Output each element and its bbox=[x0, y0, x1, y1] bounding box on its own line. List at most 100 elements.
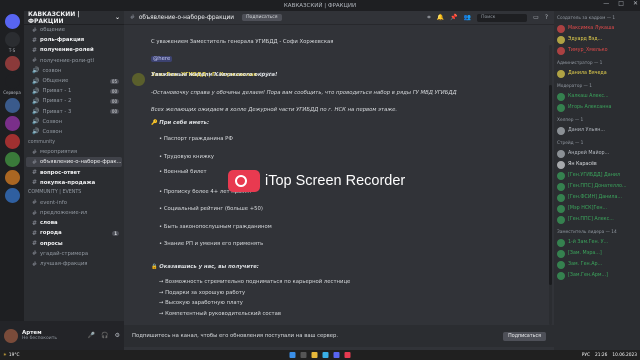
mention-here[interactable]: @here bbox=[151, 56, 173, 62]
browser-icon[interactable] bbox=[322, 352, 329, 358]
channel-badge: 00 bbox=[109, 109, 119, 115]
member-item[interactable]: 1-й Зам.Ген. У... bbox=[554, 237, 640, 248]
minimize-button[interactable]: — bbox=[603, 0, 609, 7]
pin-icon[interactable]: 📌 bbox=[450, 14, 457, 22]
author-avatar[interactable] bbox=[132, 73, 145, 86]
member-item[interactable]: Игорь Алексанна bbox=[554, 102, 640, 113]
bell-icon[interactable]: 🔔 bbox=[437, 14, 444, 22]
channel-item[interactable]: # города 1 bbox=[26, 228, 122, 238]
clock-time[interactable]: 21:26 bbox=[595, 353, 607, 358]
channel-item[interactable]: # роль-фракция bbox=[26, 35, 122, 45]
channel-item[interactable]: # общение bbox=[26, 25, 122, 35]
gear-icon[interactable]: ⚙ bbox=[115, 332, 120, 339]
channel-item[interactable]: # объявление-о-наборе-фрак... bbox=[26, 157, 122, 168]
member-item[interactable]: Данила Вячеда bbox=[554, 68, 640, 79]
member-name: Максимка Лукаша bbox=[568, 26, 615, 31]
language-indicator[interactable]: РУС bbox=[582, 353, 590, 358]
close-button[interactable]: ✕ bbox=[633, 0, 638, 7]
channel-label: получение-ролей bbox=[40, 47, 94, 54]
member-item[interactable]: Максимка Лукаша bbox=[554, 23, 640, 34]
server-icon[interactable] bbox=[4, 152, 20, 167]
maximize-button[interactable]: □ bbox=[618, 0, 624, 7]
channel-label: Созвон bbox=[42, 128, 63, 135]
channel-item[interactable]: # event-info bbox=[26, 198, 122, 208]
channel-label: Приват - 1 bbox=[42, 88, 72, 95]
channel-item[interactable]: # вопрос-ответ bbox=[26, 167, 122, 177]
server-icon[interactable] bbox=[4, 170, 20, 185]
avatar bbox=[557, 249, 565, 258]
channel-item[interactable]: # мероприятия bbox=[26, 147, 122, 157]
server-icon[interactable] bbox=[4, 134, 20, 149]
member-item[interactable]: [Ген.УГИБДД] Данил bbox=[554, 170, 640, 181]
inbox-icon[interactable]: ▭ bbox=[533, 14, 539, 22]
server-icon[interactable] bbox=[4, 56, 20, 71]
hash-icon: # bbox=[32, 260, 38, 268]
channel-item[interactable]: # получение-ролей bbox=[26, 45, 122, 55]
discord-icon[interactable] bbox=[333, 352, 340, 358]
channel-item[interactable]: 🔊 Приват - 2 00 bbox=[26, 96, 122, 106]
member-item[interactable]: Тимур_Хмелько bbox=[554, 45, 640, 56]
member-item[interactable]: Калкаш Алекс... bbox=[554, 91, 640, 102]
channel-item[interactable]: 🔊 Созвон bbox=[26, 127, 122, 137]
server-icon[interactable] bbox=[4, 14, 20, 29]
member-item[interactable]: [Зам.Ген.Арм...] bbox=[554, 270, 640, 281]
clock-date[interactable]: 10.06.2023 bbox=[612, 353, 637, 358]
mic-icon[interactable]: 🎤 bbox=[88, 332, 95, 339]
scrollbar-thumb[interactable] bbox=[549, 85, 552, 285]
member-item[interactable]: [Ген.ППС] Алекс... bbox=[554, 214, 640, 225]
member-item[interactable]: Эдуард Вэд... bbox=[554, 34, 640, 45]
avatar bbox=[557, 69, 565, 78]
channel-item[interactable]: 🔊 созвон bbox=[26, 66, 122, 76]
headphones-icon[interactable]: 🎧 bbox=[101, 332, 108, 339]
server-icon[interactable] bbox=[4, 116, 20, 131]
channel-item[interactable]: 🔊 Приват - 1 00 bbox=[26, 86, 122, 96]
speaker-icon: 🔊 bbox=[32, 128, 40, 136]
channel-item[interactable]: # предложение-ил bbox=[26, 208, 122, 218]
channel-item[interactable]: # лучшая-фракция bbox=[26, 259, 122, 269]
subscribe-button[interactable]: Подписаться bbox=[242, 14, 282, 21]
member-name: [Мэр НСК]Ген... bbox=[568, 206, 608, 211]
member-item[interactable]: Данил Ульян... bbox=[554, 125, 640, 136]
member-item[interactable]: Зам. Ген.Ар... bbox=[554, 259, 640, 270]
channel-category[interactable]: COMMUNITY | EVENTS bbox=[24, 188, 124, 198]
guild-name: КАВКАЗСКИЙ | ФРАКЦИИ bbox=[28, 11, 80, 25]
channel-item[interactable]: 🔊 Созвон bbox=[26, 117, 122, 127]
member-item[interactable]: [Зам. Мэра...] bbox=[554, 248, 640, 259]
speaker-icon: 🔊 bbox=[32, 87, 40, 95]
explorer-icon[interactable] bbox=[311, 352, 318, 358]
server-icon[interactable] bbox=[4, 98, 20, 113]
server-icon[interactable] bbox=[4, 188, 20, 203]
guild-header[interactable]: КАВКАЗСКИЙ | ФРАКЦИИ ⌄ bbox=[24, 11, 124, 25]
channel-header: # объявление-о-наборе-фракции Подписатьс… bbox=[124, 11, 554, 25]
recorder-watermark: iTop Screen Recorder bbox=[228, 170, 405, 192]
avatar bbox=[557, 160, 565, 169]
avatar[interactable] bbox=[4, 328, 18, 343]
member-item[interactable]: [Ген.ФСИН] Данила... bbox=[554, 192, 640, 203]
search-input[interactable]: Поиск bbox=[477, 13, 528, 22]
channel-item[interactable]: # опросы bbox=[26, 239, 122, 249]
follow-button[interactable]: Подписаться bbox=[503, 331, 546, 341]
channel-item[interactable]: # получение-роли-gtl bbox=[26, 56, 122, 66]
search-icon[interactable] bbox=[300, 352, 307, 358]
member-item[interactable]: [Ген.ППС] Донателло... bbox=[554, 181, 640, 192]
server-icon[interactable] bbox=[4, 74, 20, 89]
channel-item[interactable]: 🔊 Приват - 3 00 bbox=[26, 107, 122, 117]
server-icon[interactable] bbox=[4, 32, 20, 47]
message-line: • Военный билет bbox=[159, 169, 207, 175]
member-item[interactable]: Ян Карасёв bbox=[554, 159, 640, 170]
windows-start-icon[interactable] bbox=[289, 352, 296, 358]
members-icon[interactable]: 👥 bbox=[464, 14, 471, 22]
channel-item[interactable]: 🔊 Общение 05 bbox=[26, 76, 122, 86]
hash-icon: # bbox=[32, 179, 38, 187]
channel-item[interactable]: # слова bbox=[26, 218, 122, 228]
help-icon[interactable]: ? bbox=[545, 14, 548, 22]
channel-item[interactable]: # угадай-стримера bbox=[26, 249, 122, 259]
member-role-header: Хелпер — 1 bbox=[557, 118, 584, 123]
channel-category[interactable]: community bbox=[24, 137, 124, 147]
member-item[interactable]: [Мэр НСК]Ген... bbox=[554, 203, 640, 214]
member-item[interactable]: Андрей Майор... bbox=[554, 148, 640, 159]
channel-item[interactable]: # покупка-продажа bbox=[26, 178, 122, 188]
weather-temp[interactable]: 19°C bbox=[9, 353, 20, 358]
recorder-icon[interactable] bbox=[344, 352, 351, 358]
thread-icon[interactable]: ⌗ bbox=[427, 14, 430, 22]
